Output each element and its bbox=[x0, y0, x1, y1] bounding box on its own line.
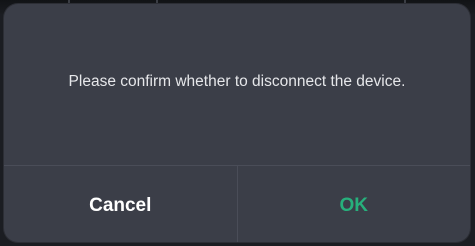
dialog-message: Please confirm whether to disconnect the… bbox=[68, 72, 406, 90]
dialog-body: Please confirm whether to disconnect the… bbox=[4, 4, 470, 165]
cancel-button[interactable]: Cancel bbox=[4, 166, 237, 242]
dialog-button-row: Cancel OK bbox=[4, 166, 470, 242]
confirm-disconnect-dialog: Please confirm whether to disconnect the… bbox=[4, 4, 470, 242]
ok-button[interactable]: OK bbox=[238, 166, 471, 242]
